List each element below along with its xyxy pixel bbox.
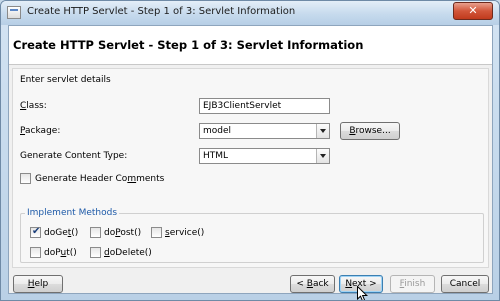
close-button[interactable]: ✕ [453, 2, 493, 20]
doget-checkbox[interactable] [30, 226, 41, 238]
chevron-down-icon[interactable] [316, 124, 329, 138]
finish-label-rest: inish [404, 279, 426, 289]
dialog-content: Create HTTP Servlet - Step 1 of 3: Servl… [8, 25, 493, 294]
title-bar[interactable]: Create HTTP Servlet - Step 1 of 3: Servl… [1, 1, 499, 25]
header-comments-label-start: Generate Header Co [35, 174, 128, 184]
header-comments-label: Generate Header Comments [35, 174, 164, 184]
package-combo-value: model [203, 126, 232, 136]
doput-label-start: doP [44, 248, 61, 258]
service-checkbox[interactable] [151, 227, 162, 238]
package-label: Package: [20, 126, 60, 136]
dopost-label-start: do [104, 228, 116, 238]
browse-label-rest: rowse... [355, 126, 391, 136]
header-comments-mnemonic: m [127, 174, 137, 184]
dodelete-checkbox[interactable] [90, 247, 101, 258]
class-input[interactable]: EJB3ClientServlet [199, 98, 330, 114]
header-comments-checkbox[interactable] [20, 173, 31, 184]
doput-checkbox[interactable] [30, 247, 41, 258]
back-label-rest: ack [312, 279, 329, 289]
dopost-label-end: ost() [120, 228, 142, 238]
wizard-header: Create HTTP Servlet - Step 1 of 3: Servl… [9, 26, 492, 65]
finish-button[interactable]: Finish [390, 275, 435, 293]
dopost-checkbox[interactable] [90, 227, 101, 238]
mouse-pointer-icon [357, 286, 369, 300]
doget-label-start: doGe [44, 228, 68, 238]
package-label-rest: ackage: [25, 126, 61, 136]
help-label-rest: elp [34, 279, 49, 289]
chevron-down-icon[interactable] [316, 149, 329, 163]
doget-label-end: () [71, 228, 79, 238]
window-title: Create HTTP Servlet - Step 1 of 3: Servl… [27, 6, 296, 17]
help-button[interactable]: Help [13, 275, 63, 293]
doget-label: doGet() [44, 228, 78, 238]
content-type-value: HTML [203, 151, 229, 161]
page-title: Create HTTP Servlet - Step 1 of 3: Servl… [13, 38, 364, 52]
form-intro: Enter servlet details [20, 75, 111, 85]
cancel-button[interactable]: Cancel [441, 275, 489, 293]
back-button[interactable]: < Back [290, 275, 335, 293]
window-app-icon [7, 6, 21, 19]
form-panel: Enter servlet details Class: EJB3ClientS… [12, 68, 489, 268]
header-comments-label-end: ments [136, 174, 165, 184]
class-label: Class: [20, 101, 47, 111]
service-label-end: ervice() [169, 228, 205, 238]
help-mnemonic: H [27, 279, 35, 289]
dialog-window: Create HTTP Servlet - Step 1 of 3: Servl… [0, 0, 500, 301]
dodelete-label-end: oDelete() [109, 248, 152, 258]
class-label-rest: lass: [26, 101, 47, 111]
doput-label-end: t() [66, 248, 77, 258]
dodelete-label: doDelete() [104, 248, 152, 258]
dopost-label: doPost() [104, 228, 141, 238]
implement-methods-title: Implement Methods [25, 208, 120, 218]
back-prefix: < [296, 279, 307, 289]
service-label: service() [165, 228, 204, 238]
content-type-label: Generate Content Type: [20, 151, 128, 161]
content-type-combo[interactable]: HTML [199, 148, 330, 164]
doput-label: doPut() [44, 248, 77, 258]
package-combo[interactable]: model [199, 123, 330, 139]
browse-button[interactable]: Browse... [340, 122, 400, 140]
